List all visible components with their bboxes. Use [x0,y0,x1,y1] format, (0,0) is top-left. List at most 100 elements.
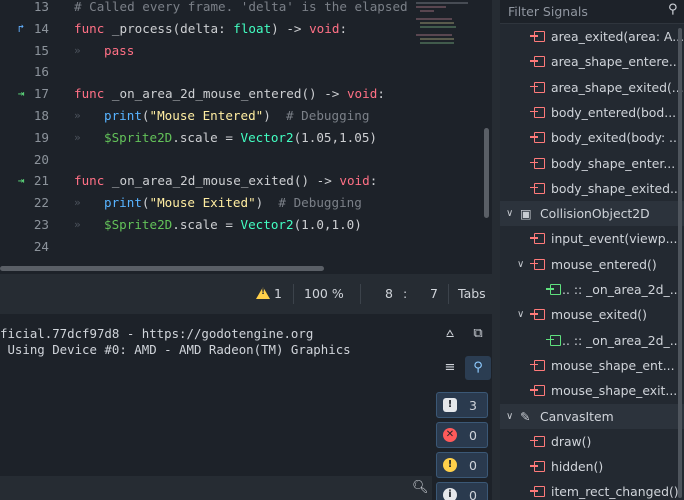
class-header-row[interactable]: ∨ ▣ CollisionObject2D [500,201,684,227]
copy-log-button[interactable]: ⧉ [465,322,491,346]
code-token: "Mouse Exited" [149,195,256,211]
signal-icon [530,435,545,447]
signal-row[interactable]: body_exited(body: ... [500,125,684,150]
line-number: 23 [33,217,49,232]
connected-method-icon [546,334,561,346]
signal-row[interactable]: ∨ mouse_exited() [500,302,684,327]
code-text: func _on_area_2d_mouse_entered() -> void… [74,83,385,105]
line-number: 18 [33,108,49,123]
connection-row[interactable]: .. :: _on_area_2d_... [500,277,684,302]
code-line[interactable]: 19 » $Sprite2D.scale = Vector2(1.05,1.05) [0,127,492,149]
tab-indent-marker: » [74,109,81,122]
chevron-down-icon[interactable]: ∨ [517,302,524,327]
code-token: Vector2 [240,217,294,232]
editor-vertical-scrollbar[interactable] [484,128,489,218]
signal-icon [530,486,545,498]
script-editor[interactable]: 13 # Called every frame. 'delta' is the e… [0,0,492,272]
code-token: _on_area_2d_mouse_entered() -> [111,86,347,102]
signal-icon [530,182,545,194]
output-log[interactable]: ficial.77dcf97d8 - https://godotengine.o… [0,318,432,500]
log-line: ficial.77dcf97d8 - https://godotengine.o… [0,326,314,341]
signal-row[interactable]: ∨ mouse_entered() [500,252,684,277]
tree-item-label: area_shape_entere... [551,54,681,70]
code-token: (1.0,1.0) [293,217,362,232]
signal-connection-icon[interactable]: ⇥ [14,83,28,105]
signal-connection-icon[interactable]: ⇥ [14,170,28,192]
messages-count: 3 [469,398,477,413]
code-line[interactable]: 16 [0,61,492,83]
code-token: .scale = [172,129,241,145]
warnings-indicator[interactable]: 1 [256,286,282,301]
code-line[interactable]: 18 » print("Mouse Entered") # Debugging [0,105,492,127]
tree-item-label: body_shape_exited... [551,180,682,196]
code-line[interactable]: ⇥ 21 func _on_area_2d_mouse_exited() -> vo… [0,170,492,192]
code-text: print("Mouse Exited") # Debugging [104,192,362,214]
code-token: ( [141,195,150,211]
collision-object-icon: ▣ [520,206,532,222]
tree-item-label: area_exited(area: A... [551,29,684,44]
code-token: func [74,86,112,102]
errors-count: 0 [469,428,477,443]
info-count: 0 [469,488,477,500]
connection-row[interactable]: .. :: _on_area_2d_... [500,328,684,353]
collapse-icon: ≡ [444,360,456,375]
code-line[interactable]: 24 [0,236,492,258]
filter-info-button[interactable]: i 0 [436,482,488,500]
code-line[interactable]: 23 » $Sprite2D.scale = Vector2(1.0,1.0) [0,214,492,236]
line-number: 14 [33,20,49,36]
signal-row[interactable]: area_shape_exited(... [500,75,684,100]
indent-mode[interactable]: Tabs [458,286,486,301]
signal-row[interactable]: hidden() [500,454,684,479]
warning-icon [256,287,270,299]
filter-messages-button[interactable]: ! 3 [436,392,488,418]
filter-warnings-button[interactable]: ! 0 [436,452,488,478]
signal-row[interactable]: mouse_shape_ent... [500,353,684,378]
warnings-filter-count: 0 [469,458,477,473]
signal-icon [530,56,545,68]
signal-row[interactable]: input_event(viewp... [500,226,684,251]
dock-splitter[interactable] [492,0,500,500]
code-token: ) [255,195,279,211]
code-line[interactable]: 20 [0,149,492,171]
override-icon[interactable]: ↱ [14,18,28,40]
search-toggle-button[interactable]: ⚲ [465,356,491,380]
filter-errors-button[interactable]: ✕ 0 [436,422,488,448]
editor-horizontal-scrollbar[interactable] [0,266,324,271]
broom-icon: ⩟ [446,326,454,341]
clear-log-button[interactable]: ⩟ [437,322,463,346]
collapse-log-button[interactable]: ≡ [437,356,463,380]
minimap[interactable] [414,0,484,60]
filter-placeholder: Filter Signals [508,4,588,19]
class-header-row[interactable]: ∨ ✎ CanvasItem [500,403,684,429]
signal-row[interactable]: mouse_shape_exit... [500,378,684,403]
signal-icon [530,461,545,473]
code-line[interactable]: ⇥ 17 func _on_area_2d_mouse_entered() -> v… [0,83,492,105]
signal-row[interactable]: area_exited(area: A... [500,24,684,49]
output-filter-bar[interactable]: 🔍︎ [0,476,432,500]
chevron-down-icon[interactable]: ∨ [517,252,524,277]
line-number: 20 [33,151,49,167]
cursor-column: 7 [430,286,438,301]
zoom-level[interactable]: 100 % [304,286,344,301]
code-token: # Called every frame. 'delta' is the ela… [74,0,408,14]
code-line[interactable]: 22 » print("Mouse Exited") # Debugging [0,192,492,214]
code-text: pass [104,40,134,62]
chevron-down-icon[interactable]: ∨ [506,404,513,429]
line-number: 15 [33,42,49,58]
signal-row[interactable]: area_shape_entere... [500,49,684,74]
chevron-down-icon[interactable]: ∨ [506,201,513,226]
line-number: 17 [33,86,49,102]
search-icon[interactable]: 🔍︎ [412,480,429,495]
code-token: float [233,20,272,36]
signal-row[interactable]: item_rect_changed() [500,479,684,500]
signal-row[interactable]: body_shape_enter... [500,151,684,176]
dock-scrollbar[interactable] [678,28,682,498]
code-token: print [104,195,142,211]
signal-row[interactable]: body_shape_exited... [500,176,684,201]
tree-item-label: input_event(viewp... [551,231,678,247]
filter-signals-input[interactable]: Filter Signals ⚲ [500,0,684,24]
warning-icon: ! [443,458,457,472]
signal-row[interactable]: body_entered(bod... [500,100,684,125]
cursor-separator: : [403,286,408,301]
signal-row[interactable]: draw() [500,429,684,454]
